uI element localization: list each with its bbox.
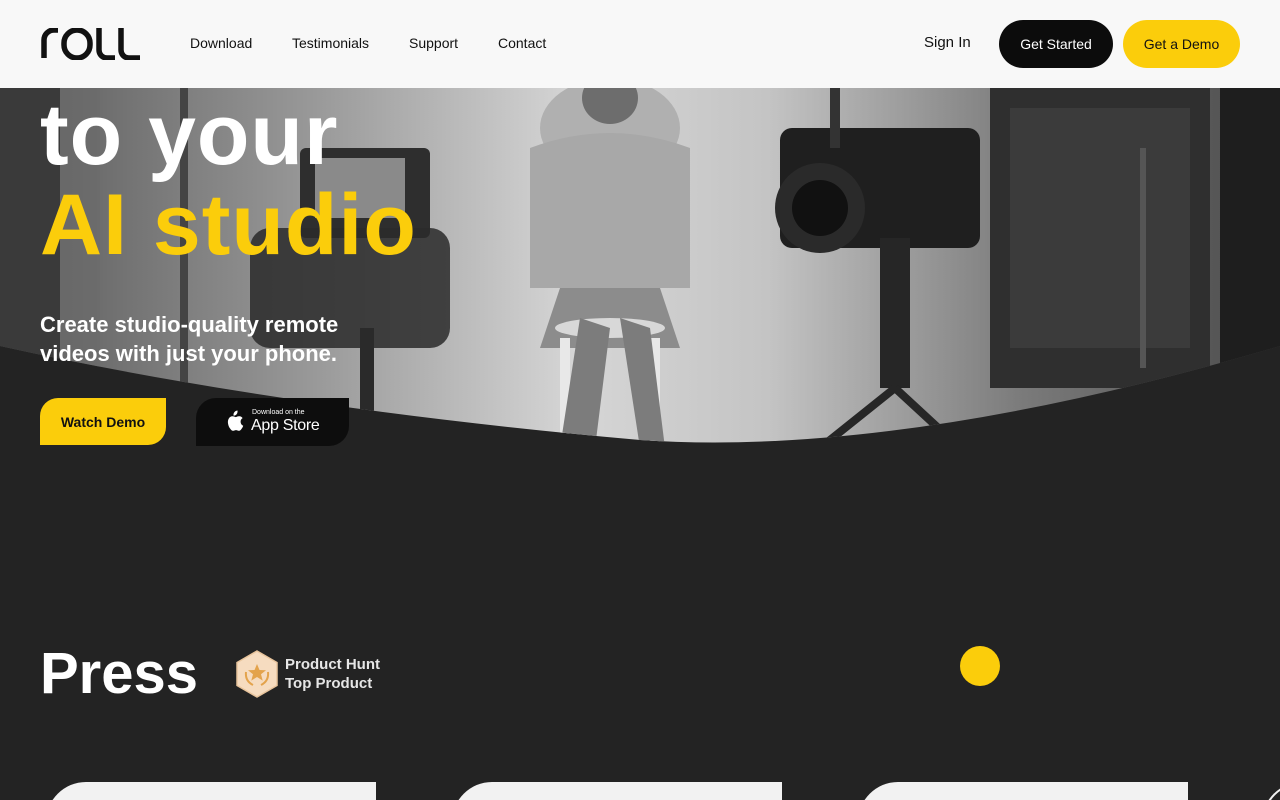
app-store-label: App Store bbox=[251, 417, 320, 434]
roll-logo[interactable] bbox=[40, 28, 140, 60]
nav-support[interactable]: Support bbox=[409, 35, 458, 51]
product-hunt-line2: Top Product bbox=[285, 675, 373, 692]
press-card-peek bbox=[1262, 782, 1280, 800]
product-hunt-badge-text: Product Hunt Top Product bbox=[285, 655, 380, 693]
carousel-dot[interactable] bbox=[960, 646, 1000, 686]
apple-icon bbox=[227, 410, 244, 431]
hero-section: to your AI studio Create studio-quality … bbox=[0, 88, 1280, 448]
get-started-button[interactable]: Get Started bbox=[999, 20, 1113, 68]
nav-download[interactable]: Download bbox=[190, 35, 252, 51]
press-card[interactable] bbox=[452, 782, 782, 800]
nav-contact[interactable]: Contact bbox=[498, 35, 546, 51]
hero-headline-line1: to your bbox=[40, 88, 339, 183]
product-hunt-badge-icon bbox=[236, 650, 278, 698]
watch-demo-button[interactable]: Watch Demo bbox=[40, 398, 166, 445]
app-store-button[interactable]: Download on the App Store bbox=[196, 398, 349, 446]
product-hunt-line1: Product Hunt bbox=[285, 656, 380, 673]
get-demo-button[interactable]: Get a Demo bbox=[1123, 20, 1240, 68]
nav-testimonials[interactable]: Testimonials bbox=[292, 35, 369, 51]
hero-subheading: Create studio-quality remote videos with… bbox=[40, 312, 339, 366]
press-card[interactable] bbox=[46, 782, 376, 800]
press-card[interactable] bbox=[858, 782, 1188, 800]
app-store-caption: Download on the bbox=[252, 409, 305, 416]
sign-in-link[interactable]: Sign In bbox=[924, 34, 971, 52]
hero-headline-line2: AI studio bbox=[40, 177, 417, 273]
site-header: Download Testimonials Support Contact Si… bbox=[0, 0, 1280, 88]
press-heading: Press bbox=[40, 641, 199, 706]
